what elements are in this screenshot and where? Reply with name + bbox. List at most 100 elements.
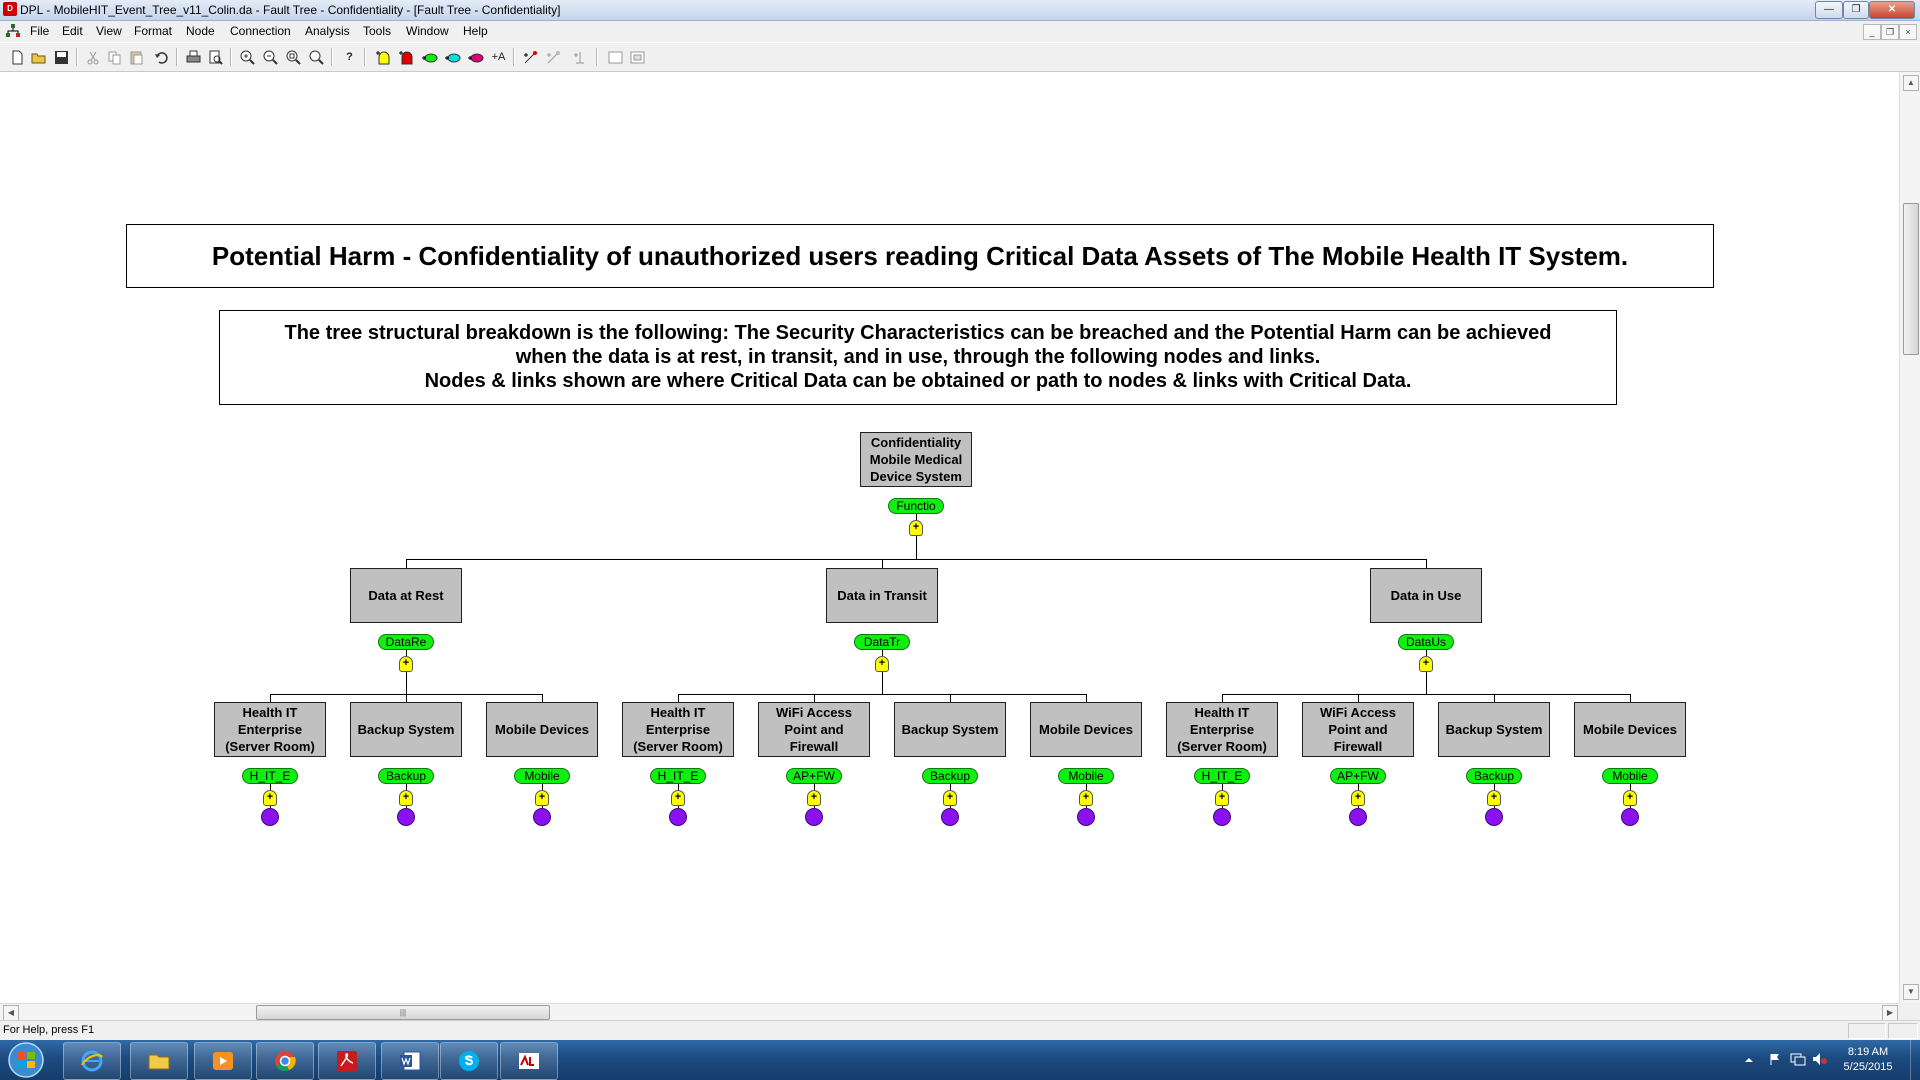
print-icon[interactable]: [184, 48, 203, 67]
add-cyan-node-icon[interactable]: [443, 48, 462, 67]
group-1-child-2-leaf[interactable]: [397, 808, 415, 826]
root-gate[interactable]: +: [909, 520, 923, 536]
print-preview-icon[interactable]: [206, 48, 225, 67]
group-1-child-2-tag[interactable]: Backup: [378, 768, 434, 784]
taskbar-button-media-player[interactable]: [194, 1042, 252, 1080]
group-1-child-3-node[interactable]: Mobile Devices: [486, 702, 598, 757]
clock[interactable]: 8:19 AM 5/25/2015: [1828, 1045, 1908, 1075]
horizontal-scroll-thumb[interactable]: |||: [256, 1005, 550, 1020]
scroll-right-arrow[interactable]: ▶: [1882, 1005, 1898, 1021]
group-3-child-3-leaf[interactable]: [1485, 808, 1503, 826]
copy-icon[interactable]: [105, 48, 124, 67]
group-3-child-4-gate[interactable]: +: [1623, 790, 1637, 806]
group-2-child-2-gate[interactable]: +: [807, 790, 821, 806]
group-2-child-1-node[interactable]: Health IT Enterprise (Server Room): [622, 702, 734, 757]
group-2-child-4-node[interactable]: Mobile Devices: [1030, 702, 1142, 757]
menu-connection[interactable]: Connection: [230, 24, 291, 38]
paste-icon[interactable]: [127, 48, 146, 67]
group-1-child-1-tag[interactable]: H_IT_E: [242, 768, 298, 784]
group-3-child-1-node[interactable]: Health IT Enterprise (Server Room): [1166, 702, 1278, 757]
scroll-down-arrow[interactable]: ▼: [1903, 984, 1919, 1000]
group-1-gate[interactable]: +: [399, 656, 413, 672]
view-b-icon[interactable]: [628, 48, 647, 67]
group-3-child-4-tag[interactable]: Mobile: [1602, 768, 1658, 784]
zoom-in-icon[interactable]: [238, 48, 257, 67]
cut-icon[interactable]: [84, 48, 103, 67]
dpl-app-icon[interactable]: D: [3, 2, 17, 16]
group-2-child-3-leaf[interactable]: [941, 808, 959, 826]
group-2-child-1-gate[interactable]: +: [671, 790, 685, 806]
undo-icon[interactable]: [152, 48, 171, 67]
restore-button[interactable]: ❐: [1843, 1, 1869, 19]
add-magenta-node-icon[interactable]: [466, 48, 485, 67]
menu-node[interactable]: Node: [186, 24, 215, 38]
document-restore-button[interactable]: ❐: [1881, 24, 1899, 40]
group-3-child-3-node[interactable]: Backup System: [1438, 702, 1550, 757]
help-icon[interactable]: ?: [340, 48, 359, 67]
diagram-canvas[interactable]: Potential Harm - Confidentiality of unau…: [0, 72, 1899, 1003]
group-2-child-2-tag[interactable]: AP+FW: [786, 768, 842, 784]
group-2-node[interactable]: Data in Transit: [826, 568, 938, 623]
zoom-out-icon[interactable]: [261, 48, 280, 67]
root-node[interactable]: Confidentiality Mobile Medical Device Sy…: [860, 432, 972, 487]
group-1-child-3-tag[interactable]: Mobile: [514, 768, 570, 784]
taskbar-button-acrobat[interactable]: [318, 1042, 376, 1080]
document-system-menu-icon[interactable]: [6, 24, 20, 38]
group-3-child-3-gate[interactable]: +: [1487, 790, 1501, 806]
vertical-scrollbar[interactable]: ▲ ▼: [1899, 72, 1920, 1003]
group-1-tag[interactable]: DataRe: [378, 634, 434, 650]
vertical-scroll-thumb[interactable]: [1903, 203, 1919, 355]
add-chance-node-icon[interactable]: [397, 48, 416, 67]
group-2-child-1-tag[interactable]: H_IT_E: [650, 768, 706, 784]
group-2-tag[interactable]: DataTr: [854, 634, 910, 650]
group-3-child-1-tag[interactable]: H_IT_E: [1194, 768, 1250, 784]
add-decision-icon[interactable]: [544, 48, 563, 67]
new-file-icon[interactable]: [8, 48, 27, 67]
group-2-child-3-tag[interactable]: Backup: [922, 768, 978, 784]
menu-analysis[interactable]: Analysis: [305, 24, 350, 38]
menu-edit[interactable]: Edit: [62, 24, 83, 38]
group-3-child-1-gate[interactable]: +: [1215, 790, 1229, 806]
add-value-node-icon[interactable]: [521, 48, 540, 67]
view-a-icon[interactable]: [606, 48, 625, 67]
show-desktop-button[interactable]: [1910, 1040, 1920, 1080]
menu-view[interactable]: View: [96, 24, 122, 38]
group-3-node[interactable]: Data in Use: [1370, 568, 1482, 623]
group-3-child-1-leaf[interactable]: [1213, 808, 1231, 826]
group-1-child-2-gate[interactable]: +: [399, 790, 413, 806]
scroll-up-arrow[interactable]: ▲: [1903, 75, 1919, 91]
group-2-child-1-leaf[interactable]: [669, 808, 687, 826]
taskbar-button-word[interactable]: [381, 1042, 439, 1080]
group-2-child-4-leaf[interactable]: [1077, 808, 1095, 826]
group-3-child-2-tag[interactable]: AP+FW: [1330, 768, 1386, 784]
group-2-child-3-node[interactable]: Backup System: [894, 702, 1006, 757]
menu-tools[interactable]: Tools: [363, 24, 391, 38]
group-1-node[interactable]: Data at Rest: [350, 568, 462, 623]
zoom-custom-icon[interactable]: [307, 48, 326, 67]
group-1-child-1-leaf[interactable]: [261, 808, 279, 826]
horizontal-scrollbar[interactable]: ◀ ||| ▶: [0, 1003, 1899, 1021]
group-1-child-1-gate[interactable]: +: [263, 790, 277, 806]
close-button[interactable]: ✕: [1869, 1, 1915, 19]
volume-muted-icon[interactable]: [1812, 1052, 1828, 1066]
group-1-child-3-leaf[interactable]: [533, 808, 551, 826]
taskbar-button-internet-explorer[interactable]: [63, 1042, 121, 1080]
group-3-child-2-node[interactable]: WiFi Access Point and Firewall: [1302, 702, 1414, 757]
group-3-child-4-leaf[interactable]: [1621, 808, 1639, 826]
group-3-child-4-node[interactable]: Mobile Devices: [1574, 702, 1686, 757]
scroll-left-arrow[interactable]: ◀: [3, 1005, 19, 1021]
menu-format[interactable]: Format: [134, 24, 172, 38]
group-1-child-1-node[interactable]: Health IT Enterprise (Server Room): [214, 702, 326, 757]
taskbar-button-skype[interactable]: [440, 1042, 498, 1080]
add-event-node-icon[interactable]: [374, 48, 393, 67]
group-1-child-3-gate[interactable]: +: [535, 790, 549, 806]
action-center-flag-icon[interactable]: [1768, 1052, 1782, 1066]
group-2-child-2-leaf[interactable]: [805, 808, 823, 826]
open-folder-icon[interactable]: [29, 48, 48, 67]
group-2-child-4-tag[interactable]: Mobile: [1058, 768, 1114, 784]
taskbar-button-dpl[interactable]: [500, 1042, 558, 1080]
menu-file[interactable]: File: [30, 24, 49, 38]
add-green-node-icon[interactable]: [420, 48, 439, 67]
group-1-child-2-node[interactable]: Backup System: [350, 702, 462, 757]
taskbar-button-file-explorer[interactable]: [130, 1042, 188, 1080]
